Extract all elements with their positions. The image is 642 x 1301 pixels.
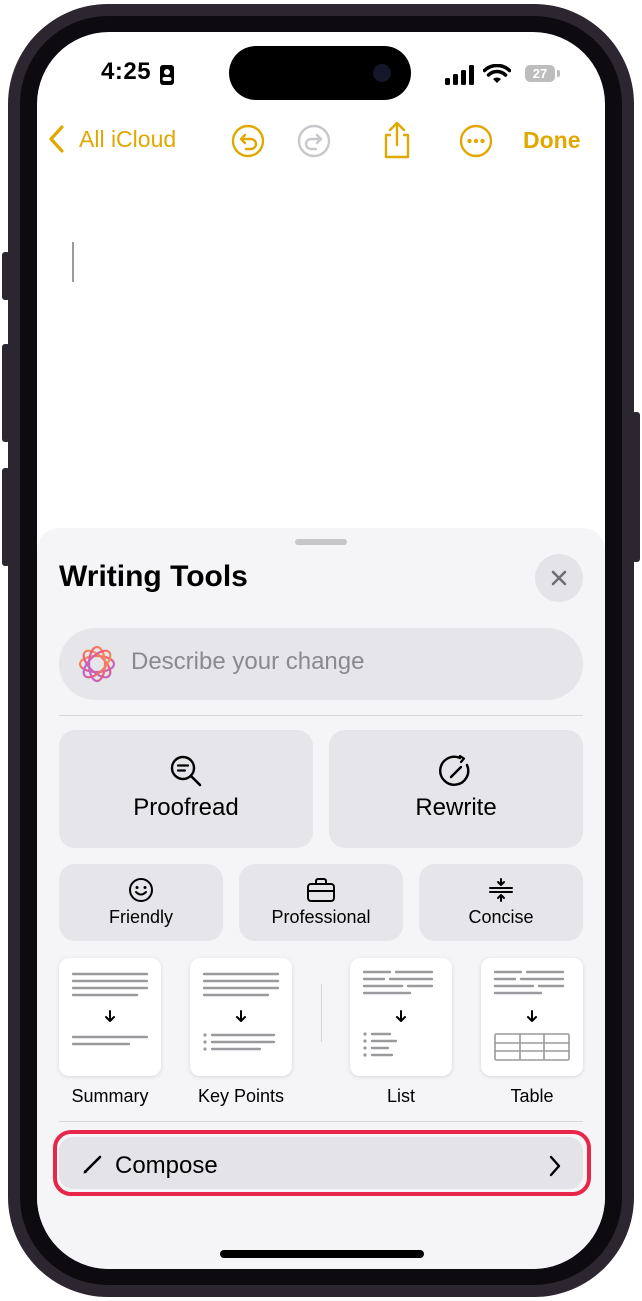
battery-indicator: 27	[525, 65, 555, 82]
list-button[interactable]	[350, 958, 452, 1076]
signal-icon	[445, 65, 474, 85]
describe-change-placeholder: Describe your change	[131, 648, 365, 675]
chevron-left-icon	[49, 125, 64, 153]
proofread-button[interactable]: Proofread	[59, 730, 313, 848]
share-icon[interactable]	[381, 120, 413, 160]
rewrite-label: Rewrite	[415, 794, 497, 821]
magnifier-check-icon	[170, 755, 202, 787]
proofread-label: Proofread	[133, 794, 239, 821]
back-button-label: All iCloud	[79, 125, 177, 152]
status-time: 4:25	[101, 58, 152, 85]
professional-button[interactable]: Professional	[239, 864, 403, 941]
summary-icon	[71, 972, 149, 1046]
rewrite-icon	[439, 754, 470, 786]
key-points-label: Key Points	[197, 1086, 285, 1106]
pencil-icon	[83, 1155, 102, 1174]
volume-down-button	[2, 468, 10, 566]
back-button[interactable]: All iCloud	[47, 124, 176, 154]
professional-label: Professional	[271, 907, 371, 927]
list-icon	[362, 970, 434, 1057]
key-points-icon	[202, 972, 280, 1051]
table-icon	[493, 970, 570, 1061]
camera-icon	[373, 64, 391, 82]
chevron-right-icon	[549, 1155, 561, 1177]
separator	[321, 984, 322, 1042]
wifi-icon	[483, 64, 511, 83]
friendly-button[interactable]: Friendly	[59, 864, 223, 941]
briefcase-icon	[307, 878, 335, 902]
close-icon	[551, 570, 567, 586]
volume-up-button	[2, 344, 10, 442]
power-button	[632, 412, 640, 562]
describe-change-input[interactable]: Describe your change	[59, 628, 583, 700]
concise-icon	[489, 878, 513, 902]
compose-label: Compose	[115, 1152, 218, 1179]
sheet-grabber[interactable]	[295, 539, 347, 545]
screen: 4:25 27 All iCloud Done Writing Tools De…	[37, 32, 605, 1269]
text-cursor[interactable]	[72, 242, 74, 282]
table-button[interactable]	[481, 958, 583, 1076]
sheet-title: Writing Tools	[59, 560, 248, 593]
summary-button[interactable]	[59, 958, 161, 1076]
rewrite-button[interactable]: Rewrite	[329, 730, 583, 848]
redo-icon[interactable]	[297, 124, 331, 158]
done-button[interactable]: Done	[523, 127, 581, 154]
key-points-button[interactable]	[190, 958, 292, 1076]
battery-tip	[557, 70, 560, 77]
undo-icon[interactable]	[231, 124, 265, 158]
friendly-label: Friendly	[108, 907, 174, 927]
more-options-icon[interactable]	[459, 124, 493, 158]
concise-button[interactable]: Concise	[419, 864, 583, 941]
concise-label: Concise	[468, 907, 534, 927]
divider	[59, 715, 583, 716]
list-label: List	[386, 1086, 415, 1106]
action-button	[2, 252, 10, 300]
table-label: Table	[510, 1086, 554, 1106]
divider	[59, 1121, 583, 1122]
apple-intelligence-icon	[78, 645, 116, 683]
focus-id-icon	[160, 65, 174, 85]
home-indicator[interactable]	[220, 1250, 424, 1258]
summary-label: Summary	[71, 1086, 149, 1106]
close-button[interactable]	[535, 554, 583, 602]
smiley-icon	[129, 878, 153, 902]
